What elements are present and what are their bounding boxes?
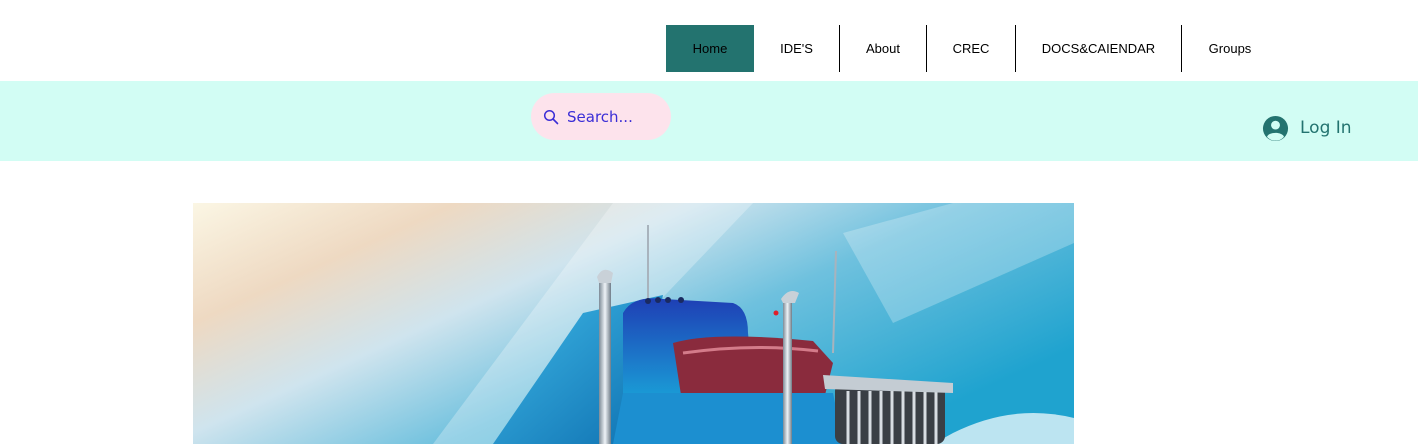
search-input[interactable]: [567, 107, 662, 126]
nav-item-crec[interactable]: CREC: [927, 25, 1016, 72]
main-nav: Home IDE'S About CREC DOCS&CAIENDAR Grou…: [666, 25, 1278, 72]
login-label: Log In: [1300, 118, 1352, 138]
nav-item-docs-calendar[interactable]: DOCS&CAIENDAR: [1016, 25, 1182, 72]
nav-item-groups[interactable]: Groups: [1182, 25, 1278, 72]
nav-item-label: CREC: [952, 41, 990, 56]
user-avatar-icon: [1262, 115, 1289, 141]
nav-item-about[interactable]: About: [840, 25, 927, 72]
search-icon: [543, 109, 559, 124]
nav-item-label: IDE'S: [780, 41, 813, 56]
nav-item-ides[interactable]: IDE'S: [754, 25, 840, 72]
nav-item-label: About: [866, 41, 900, 56]
search-box[interactable]: [531, 93, 671, 140]
header-bar: Log In: [0, 81, 1418, 161]
login-button[interactable]: Log In: [1262, 113, 1352, 143]
nav-item-label: Groups: [1208, 41, 1252, 56]
nav-item-label: DOCS&CAIENDAR: [1041, 41, 1156, 56]
hero-image: [193, 203, 1074, 444]
truck-illustration: [193, 203, 1074, 444]
nav-item-label: Home: [692, 41, 728, 56]
nav-item-home[interactable]: Home: [666, 25, 754, 72]
